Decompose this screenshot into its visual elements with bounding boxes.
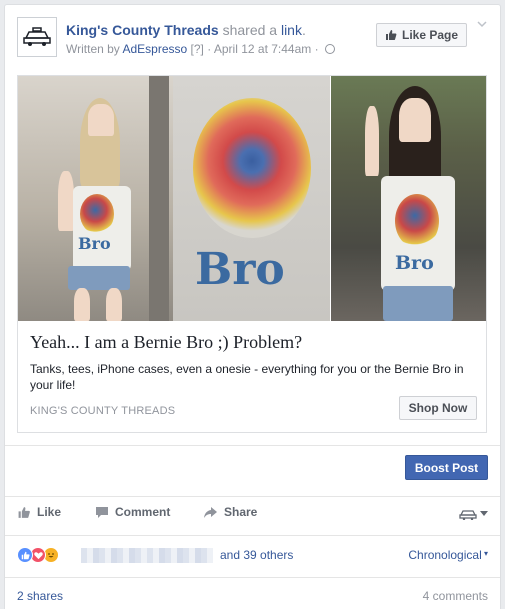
reactions-row: and 39 others Chronological ▾ [17,545,488,565]
like-page-label: Like Page [401,28,459,42]
thumbs-up-icon [385,30,397,40]
post-as-selector[interactable] [459,508,488,520]
bro-text-right: Bro [395,252,434,274]
link-preview[interactable]: Bro Bro Bro Yeah... I am a Bernie Bro ;)… [17,75,487,433]
caret-down-icon: ▾ [481,549,488,558]
preview-description: Yeah... I am a Bernie Bro ;) Problem? Ta… [30,331,474,393]
help-marker[interactable]: [?] [191,42,204,56]
boost-post-button[interactable]: Boost Post [405,455,488,480]
like-label: Like [37,505,62,519]
page-avatar[interactable] [17,17,57,57]
caret-down-icon [480,511,488,516]
post-card: King's County Threads shared a link. Wri… [4,4,501,609]
preview-body: Tanks, tees, iPhone cases, even a onesie… [30,362,464,392]
divider [5,496,500,497]
bro-text-center: Bro [195,244,285,295]
preview-images[interactable]: Bro Bro Bro [18,76,486,321]
bro-text-left: Bro [78,234,111,253]
preview-photo-right: Bro [331,76,486,321]
post-date[interactable]: April 12 at 7:44am [214,42,311,56]
shared-text: shared a [222,22,278,38]
comments-link[interactable]: 4 comments [423,589,488,603]
divider [5,535,500,536]
reactions-others-link[interactable]: and 39 others [220,548,293,562]
preview-domain: KING'S COUNTY THREADS [30,405,176,417]
divider [5,445,500,446]
taxi-icon [23,27,51,46]
shares-link[interactable]: 2 shares [17,589,63,603]
chevron-down-icon[interactable] [476,17,488,31]
comment-button[interactable]: Comment [95,505,170,519]
divider [5,577,500,578]
preview-photo-center: Bro [173,76,330,321]
like-reaction-icon[interactable] [17,547,33,563]
share-icon [204,506,217,518]
preview-photo-left: Bro [18,76,173,321]
redacted-name [147,548,213,563]
page-name-link[interactable]: King's County Threads [66,22,219,38]
action-bar: Like Comment Share [17,505,488,527]
thumbs-up-icon [18,506,30,518]
share-label: Share [224,505,258,519]
post-header: King's County Threads shared a link. Wri… [17,17,488,67]
sort-selector[interactable]: Chronological ▾ [408,548,488,562]
comment-label: Comment [115,505,171,519]
writer-link[interactable]: AdEspresso [122,42,187,56]
comment-icon [96,506,108,518]
car-icon [459,510,477,520]
share-button[interactable]: Share [203,505,257,519]
link-word[interactable]: link [281,22,302,38]
post-meta: King's County Threads shared a link. Wri… [66,21,335,57]
written-by-label: Written by [66,42,120,56]
like-page-button[interactable]: Like Page [376,23,467,47]
shop-now-button[interactable]: Shop Now [399,396,477,420]
globe-icon[interactable] [324,44,335,54]
preview-title[interactable]: Yeah... I am a Bernie Bro ;) Problem? [30,331,474,353]
like-button[interactable]: Like [17,505,61,519]
redacted-name [81,548,147,563]
